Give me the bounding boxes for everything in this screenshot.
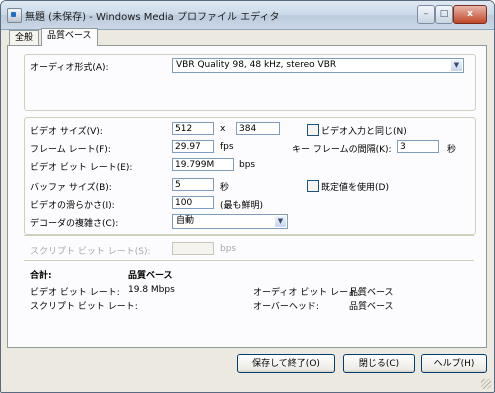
resize-grip-icon[interactable]	[481, 379, 491, 389]
same-as-input-checkbox[interactable]	[307, 124, 319, 136]
buffer-size-input[interactable]: 5	[172, 178, 214, 191]
decoder-complexity-value: 自動	[176, 216, 195, 226]
frame-rate-input[interactable]: 29.97	[172, 140, 214, 153]
close-window-button[interactable]: x	[453, 5, 487, 24]
total-label: 合計:	[30, 271, 52, 281]
script-bitrate-input[interactable]	[172, 242, 214, 255]
smoothness-note: (最も鮮明)	[220, 201, 264, 211]
total-value: 品質ベース	[128, 271, 173, 281]
summary-overhead-value: 品質ベース	[349, 302, 394, 312]
video-width-input[interactable]: 512	[172, 122, 214, 135]
summary-audio-bitrate-value: 品質ベース	[349, 288, 394, 298]
audio-format-select[interactable]: VBR Quality 98, 48 kHz, stereo VBR ▼	[172, 58, 464, 73]
summary-video-bitrate-label: ビデオ ビット レート:	[30, 288, 120, 298]
summary-script-bitrate-label: スクリプト ビット レート:	[30, 302, 138, 312]
divider	[24, 260, 474, 261]
buffer-unit: 秒	[220, 183, 230, 193]
video-smoothness-label: ビデオの滑らかさ(I):	[30, 201, 115, 211]
quality-based-panel: オーディオ形式(A): VBR Quality 98, 48 kHz, ster…	[7, 45, 487, 348]
minimize-button[interactable]: –	[417, 5, 435, 24]
video-smoothness-input[interactable]: 100	[172, 196, 214, 209]
decoder-complexity-label: デコーダの複雑さ(C):	[30, 219, 119, 229]
fps-unit: fps	[220, 142, 234, 152]
video-bitrate-unit: bps	[239, 160, 256, 170]
buffer-size-label: バッファ サイズ(B):	[30, 183, 112, 193]
app-icon	[7, 8, 22, 23]
keyframe-unit: 秒	[447, 145, 457, 155]
video-height-input[interactable]: 384	[236, 122, 280, 135]
size-separator: x	[220, 124, 226, 134]
title-bar[interactable]: 無題 (未保存) - Windows Media プロファイル エディタ – □…	[1, 1, 494, 30]
window-title: 無題 (未保存) - Windows Media プロファイル エディタ	[25, 12, 280, 23]
frame-rate-label: フレーム レート(F):	[30, 145, 111, 155]
audio-format-value: VBR Quality 98, 48 kHz, stereo VBR	[176, 60, 337, 70]
save-and-close-button[interactable]: 保存して終了(O)	[237, 354, 335, 373]
chevron-down-icon: ▼	[451, 60, 462, 71]
chevron-down-icon: ▼	[275, 216, 286, 227]
profile-editor-window: 無題 (未保存) - Windows Media プロファイル エディタ – □…	[0, 0, 495, 393]
video-size-label: ビデオ サイズ(V):	[30, 127, 103, 137]
keyframe-interval-label: キー フレームの間隔(K):	[292, 145, 392, 155]
video-bitrate-label: ビデオ ビット レート(E):	[30, 163, 133, 173]
decoder-complexity-select[interactable]: 自動 ▼	[172, 214, 288, 229]
help-button[interactable]: ヘルプ(H)	[421, 354, 487, 373]
summary-audio-bitrate-label: オーディオ ビット レート:	[253, 288, 361, 298]
script-bitrate-unit: bps	[220, 244, 237, 254]
same-as-input-label[interactable]: ビデオ入力と同じ(N)	[321, 124, 407, 137]
keyframe-interval-input[interactable]: 3	[397, 140, 439, 153]
script-bitrate-label: スクリプト ビット レート(S):	[30, 247, 151, 257]
maximize-button[interactable]: □	[435, 5, 453, 24]
tab-general[interactable]: 全般	[9, 30, 40, 45]
close-button[interactable]: 閉じる(C)	[343, 354, 415, 373]
audio-format-label: オーディオ形式(A):	[30, 63, 109, 73]
video-bitrate-input[interactable]: 19.799M	[172, 158, 234, 171]
summary-overhead-label: オーバーヘッド:	[253, 302, 319, 312]
use-default-label[interactable]: 既定値を使用(D)	[321, 180, 389, 193]
use-default-checkbox[interactable]	[307, 180, 319, 192]
tab-quality-based[interactable]: 品質ベース	[41, 28, 98, 46]
divider	[24, 235, 474, 236]
summary-video-bitrate-value: 19.8 Mbps	[128, 285, 175, 295]
